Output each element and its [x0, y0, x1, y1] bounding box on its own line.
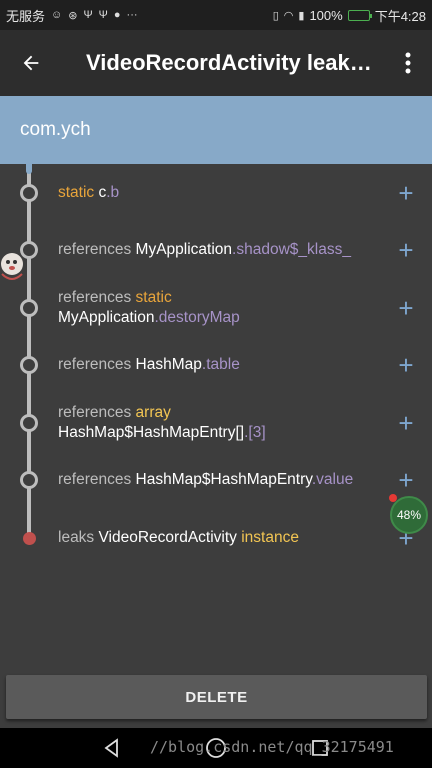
trace-part-cls: MyApplication [58, 309, 155, 326]
trace-part-fld: .[3] [244, 424, 266, 441]
trace-node [20, 414, 38, 432]
expand-plus-button[interactable]: + [394, 352, 418, 378]
trace-part-inst: instance [236, 529, 299, 546]
watermark: //blog.csdn.net/qq_32175491 [150, 738, 394, 756]
expand-plus-button[interactable]: + [394, 237, 418, 263]
nav-back-button[interactable] [92, 728, 132, 768]
trace-part-kw: static [135, 289, 172, 306]
app-icon: ● [113, 9, 121, 21]
trace-part-fld: .table [201, 356, 240, 373]
trace-part-inst: array [135, 404, 171, 421]
more-vert-icon [405, 52, 411, 74]
triangle-back-icon [104, 738, 118, 758]
trace-part-ref: references [58, 289, 136, 306]
trace-node [20, 356, 38, 374]
expand-plus-button[interactable]: + [394, 410, 418, 436]
trace-part-fld: .value [311, 471, 354, 488]
trace-part-cls: HashMap$HashMapEntry [135, 471, 312, 488]
vibrate-icon: ▯ [272, 9, 279, 22]
expand-plus-button[interactable]: + [394, 467, 418, 493]
status-right: ▯ ◠ ▮ 100% 下午4:28 [273, 6, 426, 25]
arrow-left-icon [23, 55, 39, 71]
carrier-text: 无服务 [6, 8, 46, 24]
trace-part-cls: HashMap$HashMapEntry[] [58, 424, 245, 441]
battery-percent: 100% [309, 7, 343, 23]
trace-part-cls: VideoRecordActivity [98, 529, 237, 546]
clock: 下午4:28 [374, 8, 426, 24]
trace-node [20, 471, 38, 489]
trace-node [20, 184, 38, 202]
trace-part-ref: references [58, 356, 136, 373]
trace-row-text[interactable]: references HashMap$HashMapEntry.value [58, 470, 384, 490]
leakcanary-mascot-icon [1, 253, 23, 280]
trace-part-ref: leaks [58, 529, 99, 546]
trace-part-fld: .b [106, 184, 120, 201]
trace-row-text[interactable]: references array HashMap$HashMapEntry[].[… [58, 403, 384, 443]
wifi-icon: ◠ [283, 9, 294, 22]
trace-part-fld: .destoryMap [154, 309, 240, 326]
status-bar: 无服务 ☺ ⊛ Ψ Ψ ● ··· ▯ ◠ ▮ 100% 下午4:28 [0, 0, 432, 30]
package-header: com.ych [0, 96, 432, 164]
trace-row-text[interactable]: references MyApplication.shadow$_klass_ [58, 240, 384, 260]
trace-part-ref: references [58, 404, 136, 421]
sync-icon: ⊛ [68, 9, 78, 22]
usb-icon: Ψ [83, 9, 93, 21]
delete-button-label: DELETE [185, 688, 248, 706]
progress-badge-label: 48% [396, 508, 422, 522]
back-button[interactable] [0, 30, 62, 96]
trace-part-ref: references [58, 471, 136, 488]
trace-line-connector [26, 164, 32, 174]
trace-row-text[interactable]: references HashMap.table [58, 355, 384, 375]
notification-icon: ☺ [51, 9, 63, 21]
trace-part-cls: HashMap [135, 356, 202, 373]
package-name: com.ych [20, 119, 91, 140]
page-title: VideoRecordActivity leak… [86, 50, 372, 75]
notification-dot [389, 494, 397, 502]
expand-plus-button[interactable]: + [394, 180, 418, 206]
battery-icon [347, 9, 372, 21]
usb-icon: Ψ [98, 9, 108, 21]
status-left: 无服务 ☺ ⊛ Ψ Ψ ● ··· [6, 6, 273, 25]
trace-row-text[interactable]: references static MyApplication.destoryMa… [58, 288, 384, 328]
trace-part-fld: .shadow$_klass_ [232, 241, 351, 258]
overflow-menu-button[interactable] [384, 30, 432, 96]
trace-part-cls: MyApplication [135, 241, 233, 258]
expand-plus-button[interactable]: + [394, 295, 418, 321]
leak-node [23, 532, 36, 545]
trace-part-kw: static [58, 184, 99, 201]
delete-button[interactable]: DELETE [6, 675, 427, 719]
trace-node [20, 299, 38, 317]
toolbar: VideoRecordActivity leak… [0, 30, 432, 96]
trace-row-text[interactable]: leaks VideoRecordActivity instance [58, 528, 384, 548]
battery-alert-icon: ▮ [298, 9, 305, 22]
memory-progress-badge[interactable]: 48% [390, 496, 428, 534]
trace-row-text[interactable]: static c.b [58, 183, 384, 203]
trace-part-ref: references [58, 241, 136, 258]
more-dots-icon: ··· [126, 9, 138, 21]
